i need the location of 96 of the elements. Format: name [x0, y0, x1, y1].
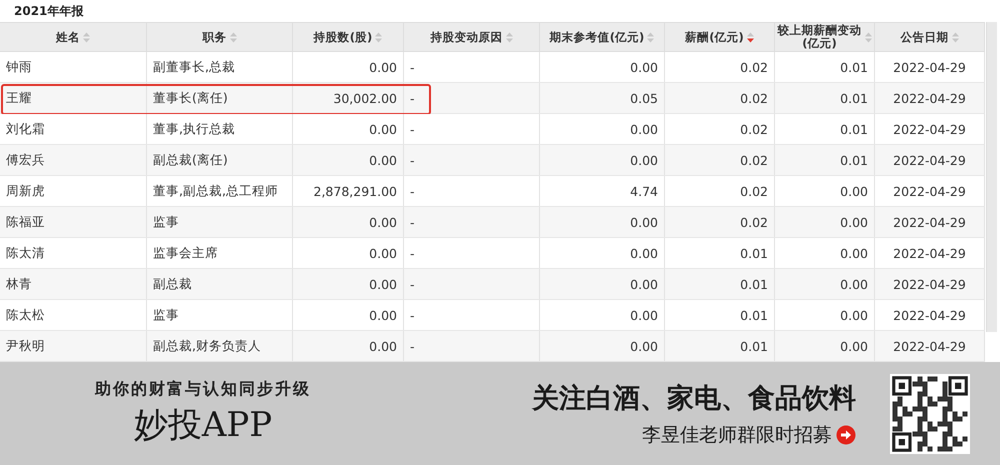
table-cell: 0.00: [775, 331, 875, 361]
table-cell: 0.00: [293, 331, 404, 361]
section-title: 2021年年报: [14, 2, 84, 20]
table-cell: 监事: [147, 207, 293, 237]
table-cell: 监事会主席: [147, 238, 293, 268]
table-cell: -: [404, 83, 540, 113]
table-cell: 0.00: [293, 300, 404, 330]
table-cell: 董事长(离任): [147, 83, 293, 113]
table-cell: 2022-04-29: [875, 176, 985, 206]
table-cell: 0.01: [665, 331, 775, 361]
table-cell: 0.00: [775, 269, 875, 299]
column-header[interactable]: 薪酬(亿元): [665, 23, 775, 51]
scrollbar[interactable]: [986, 22, 997, 332]
slogan: 助你的财富与认知同步升级: [95, 379, 311, 400]
table-cell: 0.00: [540, 238, 665, 268]
table-cell: 2022-04-29: [875, 300, 985, 330]
table-cell: 0.00: [293, 269, 404, 299]
table-cell: 傅宏兵: [0, 145, 147, 175]
table-cell: 0.02: [665, 145, 775, 175]
table-cell: 周新虎: [0, 176, 147, 206]
table-cell: 0.01: [775, 83, 875, 113]
brand-name: 妙投APP: [134, 404, 272, 447]
table-cell: 0.01: [775, 114, 875, 144]
table-cell: 0.00: [540, 269, 665, 299]
table-cell: 0.00: [540, 331, 665, 361]
table-cell: 0.01: [665, 238, 775, 268]
table-cell: -: [404, 238, 540, 268]
table-cell: 2022-04-29: [875, 269, 985, 299]
table-cell: 0.01: [775, 52, 875, 82]
table-cell: -: [404, 52, 540, 82]
table-cell: -: [404, 300, 540, 330]
table-cell: 0.02: [665, 114, 775, 144]
table-cell: 0.00: [775, 207, 875, 237]
table-cell: -: [404, 145, 540, 175]
column-header[interactable]: 职务: [147, 23, 293, 51]
banner-headline: 关注白酒、家电、食品饮料: [532, 382, 856, 416]
table-cell: 0.02: [665, 83, 775, 113]
table-cell: 2,878,291.00: [293, 176, 404, 206]
table-cell: -: [404, 269, 540, 299]
table-cell: 陈太清: [0, 238, 147, 268]
table-cell: 0.02: [665, 207, 775, 237]
table-cell: 0.02: [665, 176, 775, 206]
table-cell: 2022-04-29: [875, 238, 985, 268]
table-cell: 陈福亚: [0, 207, 147, 237]
table-cell: 王耀: [0, 83, 147, 113]
table-cell: -: [404, 207, 540, 237]
column-header[interactable]: 较上期薪酬变动(亿元): [775, 23, 875, 51]
table-cell: 2022-04-29: [875, 207, 985, 237]
table-cell: 30,002.00: [293, 83, 404, 113]
table-cell: 副董事长,总裁: [147, 52, 293, 82]
table-cell: 0.01: [665, 269, 775, 299]
table-cell: 0.00: [540, 52, 665, 82]
table-cell: 副总裁,财务负责人: [147, 331, 293, 361]
table-cell: 2022-04-29: [875, 331, 985, 361]
table-cell: 刘化霜: [0, 114, 147, 144]
column-header[interactable]: 期末参考值(亿元): [540, 23, 665, 51]
column-header[interactable]: 姓名: [0, 23, 147, 51]
table-cell: 0.00: [293, 145, 404, 175]
table-cell: 4.74: [540, 176, 665, 206]
table-cell: 陈太松: [0, 300, 147, 330]
table-cell: 尹秋明: [0, 331, 147, 361]
table-cell: 0.00: [540, 114, 665, 144]
table-cell: 0.00: [293, 238, 404, 268]
column-header[interactable]: 公告日期: [875, 23, 985, 51]
table-cell: 钟雨: [0, 52, 147, 82]
table-cell: 2022-04-29: [875, 83, 985, 113]
column-header[interactable]: 持股数(股): [293, 23, 404, 51]
banner-cta: 李昱佳老师群限时招募: [642, 422, 832, 448]
table-cell: 副总裁: [147, 269, 293, 299]
table-cell: 0.00: [540, 145, 665, 175]
column-header[interactable]: 持股变动原因: [404, 23, 540, 51]
table-cell: 0.00: [775, 176, 875, 206]
table-cell: 0.00: [540, 300, 665, 330]
table-cell: 2022-04-29: [875, 52, 985, 82]
table-cell: 0.00: [293, 114, 404, 144]
table-cell: 2022-04-29: [875, 114, 985, 144]
qr-code-icon[interactable]: [890, 374, 970, 454]
table-cell: -: [404, 331, 540, 361]
table-cell: -: [404, 114, 540, 144]
table-cell: 0.00: [293, 207, 404, 237]
table-cell: 董事,执行总裁: [147, 114, 293, 144]
table-cell: 0.00: [540, 207, 665, 237]
table-cell: 董事,副总裁,总工程师: [147, 176, 293, 206]
table-cell: 0.05: [540, 83, 665, 113]
table-cell: 监事: [147, 300, 293, 330]
ad-banner[interactable]: 助你的财富与认知同步升级 妙投APP 关注白酒、家电、食品饮料 李昱佳老师群限时招募: [0, 362, 1000, 465]
table-cell: 2022-04-29: [875, 145, 985, 175]
table-cell: -: [404, 176, 540, 206]
table-cell: 0.02: [665, 52, 775, 82]
table-cell: 副总裁(离任): [147, 145, 293, 175]
table-cell: 0.00: [775, 300, 875, 330]
table-cell: 0.00: [293, 52, 404, 82]
table-cell: 林青: [0, 269, 147, 299]
table-cell: 0.01: [665, 300, 775, 330]
table-cell: 0.00: [775, 238, 875, 268]
table-cell: 0.01: [775, 145, 875, 175]
